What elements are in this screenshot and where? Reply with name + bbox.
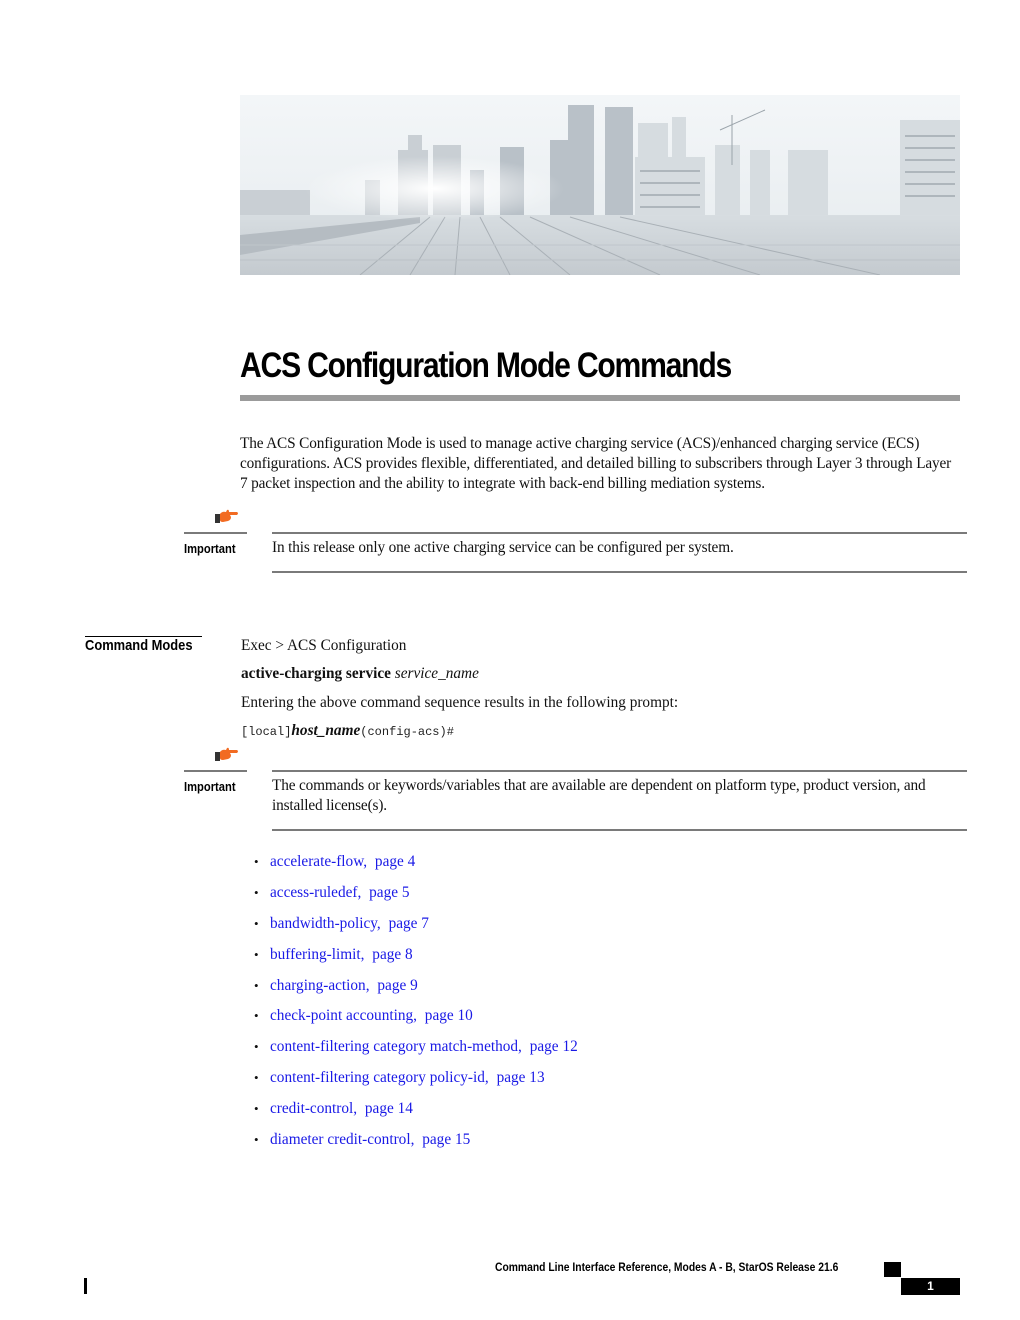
command-syntax: active-charging service service_name [241, 665, 479, 683]
note-2-top-rule [272, 770, 967, 772]
toc-link-bandwidth-policy[interactable]: bandwidth-policy, page 7 [270, 914, 429, 934]
toc-link-charging-action[interactable]: charging-action, page 9 [270, 976, 418, 996]
command-keyword: active-charging service [241, 665, 391, 682]
note-2-text: The commands or keywords/variables that … [272, 777, 926, 814]
bullet-icon: • [254, 1039, 259, 1055]
prompt-prefix: [local] [241, 725, 292, 739]
list-item: • diameter credit-control, page 15 [254, 1130, 578, 1161]
list-item: • access-ruledef, page 5 [254, 883, 578, 914]
command-link-list: • accelerate-flow, page 4 • access-ruledef… [254, 852, 578, 1161]
city-skyline-illustration [240, 95, 960, 275]
intro-paragraph: The ACS Configuration Mode is used to ma… [240, 435, 952, 492]
list-item: • credit-control, page 14 [254, 1099, 578, 1130]
toc-link-buffering-limit[interactable]: buffering-limit, page 8 [270, 945, 413, 965]
list-item: • content-filtering category policy-id, p… [254, 1068, 578, 1099]
note-1-icon-wrapper [213, 508, 241, 531]
toc-link-content-filtering-policy-id[interactable]: content-filtering category policy-id, pa… [270, 1068, 545, 1088]
cli-prompt: [local]host_name(config-acs)# [241, 722, 454, 740]
list-item: • check-point accounting, page 10 [254, 1006, 578, 1037]
list-item: • bandwidth-policy, page 7 [254, 914, 578, 945]
toc-link-access-ruledef[interactable]: access-ruledef, page 5 [270, 883, 410, 903]
note-1-text: In this release only one active charging… [272, 539, 734, 556]
toc-link-credit-control[interactable]: credit-control, page 14 [270, 1099, 413, 1119]
list-item: • accelerate-flow, page 4 [254, 852, 578, 883]
note-2-bottom-rule [272, 829, 967, 831]
list-item: • content-filtering category match-method… [254, 1037, 578, 1068]
toc-link-accelerate-flow[interactable]: accelerate-flow, page 4 [270, 852, 415, 872]
bullet-icon: • [254, 915, 259, 931]
prompt-suffix: (config-acs)# [360, 725, 454, 739]
note-1-top-rule [272, 532, 967, 534]
list-item: • buffering-limit, page 8 [254, 945, 578, 976]
bullet-icon: • [254, 946, 259, 962]
list-item: • charging-action, page 9 [254, 976, 578, 1007]
bullet-icon: • [254, 1132, 259, 1148]
bullet-icon: • [254, 1101, 259, 1117]
pointing-hand-icon [215, 747, 238, 761]
bullet-icon: • [254, 1008, 259, 1024]
pointing-hand-icon [215, 509, 238, 523]
page-title: ACS Configuration Mode Commands [240, 346, 732, 385]
note-2-label-rule [184, 770, 247, 772]
note-1-label: Important [184, 541, 236, 556]
footer-book-title: Command Line Interface Reference, Modes … [495, 1260, 839, 1274]
toc-link-content-filtering-match-method[interactable]: content-filtering category match-method,… [270, 1037, 578, 1057]
page-number: 1 [901, 1278, 960, 1295]
command-description: Entering the above command sequence resu… [241, 694, 679, 711]
footer-decorative-block [884, 1262, 901, 1277]
note-1-label-rule [184, 532, 247, 534]
bullet-icon: • [254, 854, 259, 869]
bullet-icon: • [254, 977, 259, 993]
command-modes-label: Command Modes [85, 637, 193, 654]
toc-link-check-point-accounting[interactable]: check-point accounting, page 10 [270, 1006, 473, 1026]
change-bar-marker [84, 1278, 87, 1294]
command-mode-path: Exec > ACS Configuration [241, 637, 407, 654]
title-divider [240, 395, 960, 401]
bullet-icon: • [254, 1070, 259, 1086]
command-argument: service_name [394, 665, 479, 682]
note-1-bottom-rule [272, 571, 967, 573]
toc-link-diameter-credit-control[interactable]: diameter credit-control, page 15 [270, 1130, 470, 1150]
note-2-label: Important [184, 779, 236, 794]
prompt-host: host_name [291, 722, 361, 739]
bullet-icon: • [254, 884, 259, 900]
note-2-icon-wrapper [213, 746, 241, 769]
hero-banner-image [240, 95, 960, 275]
